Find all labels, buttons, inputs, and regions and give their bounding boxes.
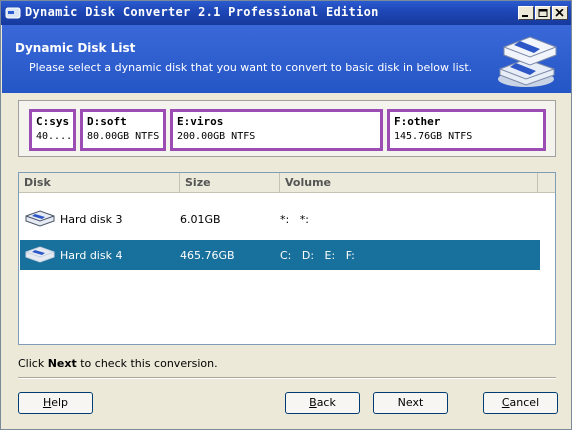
close-button[interactable]: [552, 6, 568, 20]
maximize-icon: [538, 9, 548, 17]
cancel-mnemonic: C: [501, 396, 510, 409]
disk-row[interactable]: Hard disk 3 6.01GB *: *:: [20, 204, 540, 234]
disk-volumes: *: *:: [280, 213, 309, 226]
cancel-label: ancel: [509, 396, 540, 409]
hint-suffix: to check this conversion.: [76, 357, 218, 370]
help-label: elp: [51, 396, 69, 409]
wizard-header: Dynamic Disk List Please select a dynami…: [2, 25, 571, 93]
partition-letter: E:viros: [177, 115, 224, 128]
partition-c[interactable]: C:sys 40....: [29, 109, 76, 151]
app-window: Dynamic Disk Converter 2.1 Professional …: [0, 0, 572, 430]
partition-letter: D:soft: [87, 115, 127, 128]
partition-letter: F:other: [394, 115, 441, 128]
cancel-button[interactable]: Cancel: [483, 392, 558, 414]
minimize-button[interactable]: [518, 6, 534, 20]
hint-text: Click Next to check this conversion.: [18, 357, 218, 370]
disk-name: Hard disk 3: [60, 213, 123, 226]
minimize-icon: [522, 15, 528, 17]
hard-disk-icon: [25, 210, 55, 227]
next-button[interactable]: Next: [373, 392, 448, 414]
disk-list[interactable]: Disk Size Volume Hard disk 3 6.01GB *: *…: [18, 172, 556, 345]
disk-stack-icon: [498, 36, 557, 87]
partition-letter: C:sys: [36, 115, 70, 128]
partition-d[interactable]: D:soft 80.00GB NTFS: [80, 109, 166, 151]
list-header: Disk Size Volume: [19, 173, 555, 193]
column-header-volume[interactable]: Volume: [280, 173, 538, 192]
page-title: Dynamic Disk List: [15, 41, 136, 55]
maximize-button[interactable]: [535, 6, 551, 20]
back-mnemonic: B: [309, 396, 317, 409]
page-subtitle: Please select a dynamic disk that you wa…: [29, 61, 473, 74]
partition-info: 200.00GB NTFS: [177, 131, 256, 142]
column-header-disk[interactable]: Disk: [19, 173, 180, 192]
partition-f[interactable]: F:other 145.76GB NTFS: [387, 109, 546, 151]
back-button[interactable]: Back: [285, 392, 360, 414]
hard-disk-icon: [25, 246, 55, 263]
close-icon: [555, 9, 564, 17]
help-button[interactable]: Help: [18, 392, 93, 414]
back-label: ack: [316, 396, 336, 409]
window-title: Dynamic Disk Converter 2.1 Professional …: [25, 5, 379, 19]
partition-info: 40....: [36, 131, 73, 142]
disk-row-selected[interactable]: Hard disk 4 465.76GB C: D: E: F:: [20, 240, 540, 270]
disk-volumes: C: D: E: F:: [280, 249, 355, 262]
title-bar[interactable]: Dynamic Disk Converter 2.1 Professional …: [1, 1, 571, 25]
help-mnemonic: H: [42, 396, 52, 409]
disk-size: 6.01GB: [180, 213, 221, 226]
column-header-size[interactable]: Size: [180, 173, 280, 192]
partition-info: 80.00GB NTFS: [87, 131, 160, 142]
hint-prefix: Click: [18, 357, 48, 370]
partition-map: C:sys 40.... D:soft 80.00GB NTFS E:viros…: [18, 100, 556, 157]
hint-bold: Next: [47, 357, 77, 370]
partition-e[interactable]: E:viros 200.00GB NTFS: [170, 109, 383, 151]
app-icon: [5, 7, 21, 19]
disk-name: Hard disk 4: [60, 249, 123, 262]
disk-size: 465.76GB: [180, 249, 235, 262]
divider: [18, 377, 556, 379]
partition-info: 145.76GB NTFS: [394, 131, 473, 142]
